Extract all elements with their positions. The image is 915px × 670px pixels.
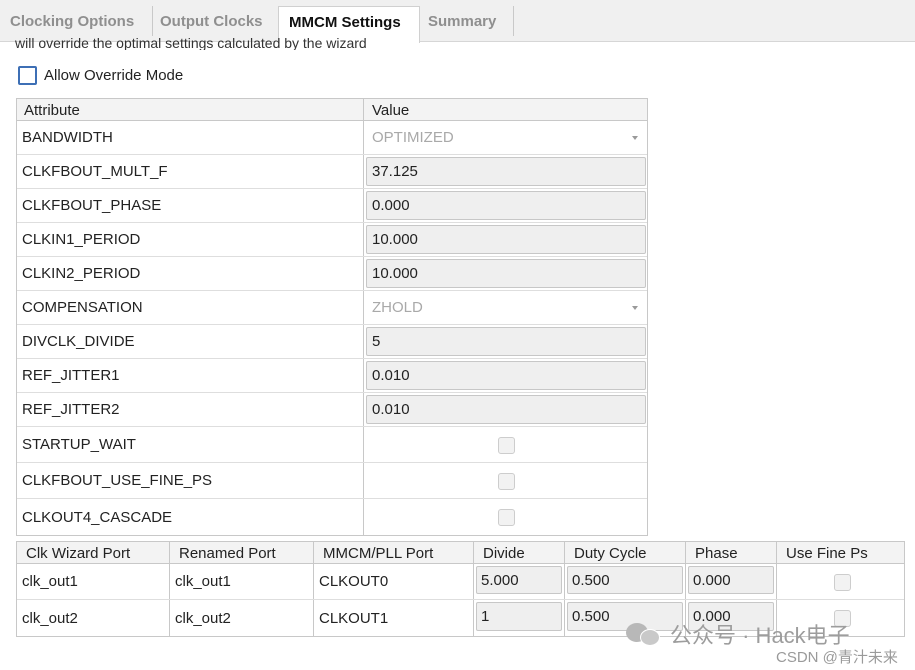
tab-label: Clocking Options (10, 13, 135, 30)
chevron-down-icon (632, 305, 638, 310)
override-checkbox[interactable] (18, 65, 37, 85)
col-header: Duty Cycle (574, 545, 647, 562)
clkin1-period-field[interactable]: 10.000 (366, 225, 646, 254)
pll-port-name: CLKOUT1 (319, 609, 389, 627)
startup-wait-checkbox[interactable] (498, 436, 515, 454)
row-compensation: COMPENSATION ZHOLD (17, 291, 647, 325)
row-ref-jitter1: REF_JITTER1 0.010 (17, 359, 647, 393)
row-clkfbout-use-fine-ps: CLKFBOUT_USE_FINE_PS (17, 463, 647, 499)
port-table-header: Clk Wizard Port Renamed Port MMCM/PLL Po… (17, 542, 904, 564)
attr-name: CLKOUT4_CASCADE (22, 508, 173, 526)
col-header: MMCM/PLL Port (323, 545, 434, 562)
attr-name: CLKFBOUT_USE_FINE_PS (22, 472, 213, 489)
renamed-port-name[interactable]: clk_out2 (175, 600, 231, 636)
use-fine-ps-checkbox[interactable] (833, 573, 851, 591)
col-value-header: Value (372, 102, 410, 119)
col-attribute-header: Attribute (24, 102, 80, 119)
attr-name: REF_JITTER1 (22, 367, 120, 384)
clkfbout-mult-f-field[interactable]: 37.125 (366, 157, 646, 186)
phase-field[interactable]: 0.000 (688, 566, 774, 594)
attr-name: REF_JITTER2 (22, 401, 120, 418)
row-clkout4-cascade: CLKOUT4_CASCADE (17, 499, 647, 535)
row-clkfbout-mult-f: CLKFBOUT_MULT_F 37.125 (17, 155, 647, 189)
attr-name: CLKFBOUT_MULT_F (22, 163, 168, 180)
row-clkfbout-phase: CLKFBOUT_PHASE 0.000 (17, 189, 647, 223)
bandwidth-select[interactable]: OPTIMIZED (372, 121, 638, 154)
attr-name: CLKIN1_PERIOD (22, 231, 141, 248)
tab-label: MMCM Settings (289, 14, 401, 31)
override-label: Allow Override Mode (44, 66, 184, 84)
duty-cycle-field[interactable]: 0.500 (567, 566, 683, 594)
description-text: will override the optimal settings calcu… (15, 35, 367, 50)
attr-name: CLKFBOUT_PHASE (22, 197, 162, 214)
col-header: Clk Wizard Port (26, 545, 131, 562)
wizard-port-name: clk_out2 (22, 609, 78, 627)
attr-name: COMPENSATION (22, 299, 143, 316)
divide-field[interactable]: 1 (476, 602, 562, 631)
attr-name: DIVCLK_DIVIDE (22, 333, 135, 350)
allow-override-mode[interactable]: Allow Override Mode (18, 64, 183, 86)
tab-label: Output Clocks (160, 13, 263, 30)
divclk-divide-field[interactable]: 5 (366, 327, 646, 356)
clkout4-cascade-checkbox[interactable] (498, 509, 515, 526)
col-header: Renamed Port (179, 545, 276, 562)
attribute-table: Attribute Value BANDWIDTH OPTIMIZED CLKF… (16, 98, 648, 536)
row-divclk-divide: DIVCLK_DIVIDE 5 (17, 325, 647, 359)
divide-field[interactable]: 5.000 (476, 566, 562, 594)
watermark-csdn: CSDN @青汁未来 (776, 649, 898, 666)
col-header: Use Fine Ps (786, 545, 868, 562)
tab-label: Summary (428, 13, 497, 30)
port-row-clk-out1: clk_out1 clk_out1 CLKOUT0 5.000 0.500 0.… (17, 564, 904, 600)
wechat-icon (626, 621, 662, 647)
row-bandwidth: BANDWIDTH OPTIMIZED (17, 121, 647, 155)
renamed-port-name[interactable]: clk_out1 (175, 564, 231, 599)
row-clkin1-period: CLKIN1_PERIOD 10.000 (17, 223, 647, 257)
attribute-table-header: Attribute Value (17, 99, 647, 121)
compensation-select[interactable]: ZHOLD (372, 291, 638, 324)
pll-port-name: CLKOUT0 (319, 573, 389, 590)
col-header: Phase (695, 545, 738, 562)
clkfbout-use-fine-ps-checkbox[interactable] (498, 472, 515, 490)
clkfbout-phase-field[interactable]: 0.000 (366, 191, 646, 220)
row-startup-wait: STARTUP_WAIT (17, 427, 647, 463)
ref-jitter1-field[interactable]: 0.010 (366, 361, 646, 390)
wizard-port-name: clk_out1 (22, 573, 78, 590)
ref-jitter2-field[interactable]: 0.010 (366, 395, 646, 424)
chevron-down-icon (632, 135, 638, 140)
attr-name: STARTUP_WAIT (22, 436, 136, 453)
row-clkin2-period: CLKIN2_PERIOD 10.000 (17, 257, 647, 291)
attr-name: BANDWIDTH (22, 129, 113, 146)
col-header: Divide (483, 545, 525, 562)
clkin2-period-field[interactable]: 10.000 (366, 259, 646, 288)
attr-name: CLKIN2_PERIOD (22, 265, 141, 282)
row-ref-jitter2: REF_JITTER2 0.010 (17, 393, 647, 427)
